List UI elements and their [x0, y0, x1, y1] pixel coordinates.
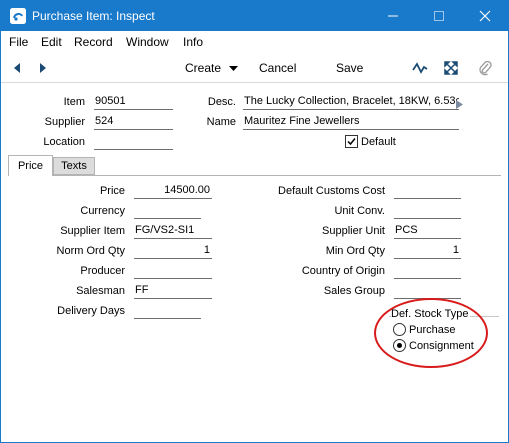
norm-ord-qty-field[interactable]: 1 [134, 244, 212, 259]
previous-record-icon[interactable] [9, 60, 25, 76]
supplier-unit-label: Supplier Unit [322, 225, 385, 237]
item-field[interactable]: 90501 [94, 95, 173, 110]
menu-bar: File Edit Record Window Info [1, 31, 508, 52]
sales-group-label: Sales Group [323, 285, 385, 297]
menu-record[interactable]: Record [74, 35, 113, 49]
delivery-days-field[interactable] [134, 304, 201, 319]
expand-icon[interactable] [443, 60, 459, 76]
save-button[interactable]: Save [336, 61, 363, 75]
producer-field[interactable] [134, 264, 212, 279]
sales-group-field[interactable] [394, 284, 461, 299]
price-field[interactable]: 14500.00 [134, 184, 212, 199]
default-label: Default [361, 136, 396, 148]
app-icon [10, 8, 26, 24]
min-ord-qty-label: Min Ord Qty [325, 245, 385, 257]
country-of-origin-label: Country of Origin [301, 265, 385, 277]
default-checkbox[interactable] [345, 135, 358, 148]
supplier-label: Supplier [44, 116, 85, 128]
currency-field[interactable] [134, 204, 201, 219]
desc-label: Desc. [207, 96, 236, 108]
highlight-ellipse [374, 298, 488, 368]
currency-label: Currency [80, 205, 125, 217]
minimize-button[interactable] [370, 1, 416, 31]
supplier-item-field[interactable]: FG/VS2-SI1 [134, 224, 212, 239]
item-label: Item [63, 96, 85, 108]
unit-conv-field[interactable] [394, 204, 461, 219]
name-label: Name [206, 116, 236, 128]
window-title: Purchase Item: Inspect [32, 9, 155, 23]
chevron-down-icon [229, 65, 239, 71]
purchase-item-window: Purchase Item: Inspect File Edit Record … [0, 0, 509, 443]
desc-field[interactable]: The Lucky Collection, Bracelet, 18KW, 6.… [243, 95, 459, 110]
supplier-item-label: Supplier Item [60, 225, 125, 237]
create-button-label: Create [185, 61, 222, 75]
title-bar[interactable]: Purchase Item: Inspect [1, 1, 508, 31]
menu-file[interactable]: File [9, 35, 28, 49]
cancel-button[interactable]: Cancel [259, 61, 296, 75]
menu-window[interactable]: Window [126, 35, 169, 49]
next-record-icon[interactable] [35, 60, 51, 76]
unit-conv-label: Unit Conv. [334, 205, 385, 217]
producer-label: Producer [80, 265, 125, 277]
tab-texts[interactable]: Texts [53, 157, 95, 175]
location-field[interactable] [94, 135, 173, 150]
name-field[interactable]: Mauritez Fine Jewellers [243, 115, 459, 130]
maximize-button[interactable] [416, 1, 462, 31]
supplier-unit-field[interactable]: PCS [394, 224, 461, 239]
close-button[interactable] [462, 1, 508, 31]
create-button[interactable]: Create [185, 61, 239, 75]
supplier-field[interactable]: 524 [94, 115, 173, 130]
tab-price[interactable]: Price [8, 155, 53, 176]
salesman-label: Salesman [76, 285, 125, 297]
field-overflow-arrow-icon [456, 98, 463, 112]
default-customs-cost-label: Default Customs Cost [278, 185, 385, 197]
min-ord-qty-field[interactable]: 1 [394, 244, 461, 259]
country-of-origin-field[interactable] [394, 264, 461, 279]
default-customs-cost-field[interactable] [394, 184, 461, 199]
activity-icon[interactable] [412, 60, 428, 76]
norm-ord-qty-label: Norm Ord Qty [56, 245, 125, 257]
delivery-days-label: Delivery Days [57, 305, 125, 317]
menu-info[interactable]: Info [183, 35, 203, 49]
tab-divider [8, 175, 501, 176]
location-label: Location [43, 136, 85, 148]
toolbar: Create Cancel Save [1, 52, 508, 83]
price-label: Price [99, 185, 125, 197]
salesman-field[interactable]: FF [134, 284, 212, 299]
attachment-icon[interactable] [477, 60, 493, 76]
menu-edit[interactable]: Edit [41, 35, 62, 49]
